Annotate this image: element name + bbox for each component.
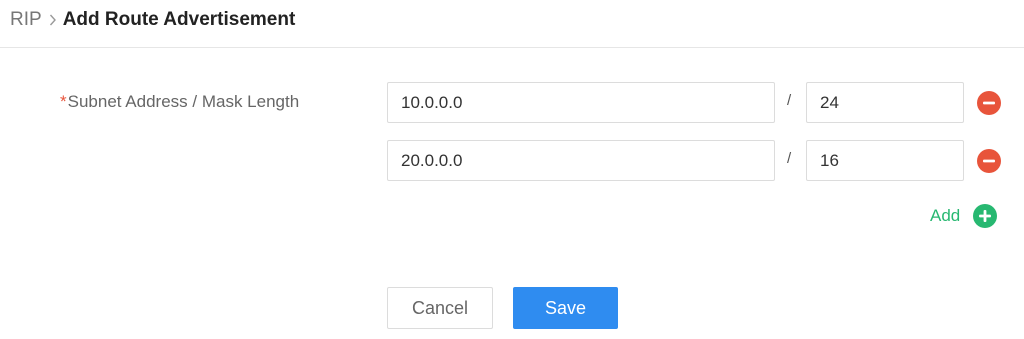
save-button[interactable]: Save xyxy=(513,287,618,329)
subnet-field-label: *Subnet Address / Mask Length xyxy=(60,92,299,112)
minus-circle-icon xyxy=(977,149,1001,173)
chevron-right-icon xyxy=(49,14,57,26)
breadcrumb: RIP Add Route Advertisement xyxy=(10,9,295,31)
page-title: Add Route Advertisement xyxy=(62,9,296,30)
required-marker: * xyxy=(60,92,67,111)
subnet-address-input-2[interactable] xyxy=(387,140,775,181)
subnet-address-input-1[interactable] xyxy=(387,82,775,123)
minus-circle-icon xyxy=(977,91,1001,115)
remove-row-button-2[interactable] xyxy=(977,149,1001,173)
plus-circle-icon xyxy=(973,204,998,228)
breadcrumb-root[interactable]: RIP xyxy=(10,9,42,31)
add-label: Add xyxy=(930,206,961,225)
subnet-label-text: Subnet Address / Mask Length xyxy=(67,92,300,111)
mask-separator: / xyxy=(787,92,792,109)
cancel-button[interactable]: Cancel xyxy=(387,287,493,329)
page-header: RIP Add Route Advertisement xyxy=(0,0,1024,48)
mask-length-input-2[interactable] xyxy=(806,140,964,181)
mask-length-input-1[interactable] xyxy=(806,82,964,123)
remove-row-button-1[interactable] xyxy=(977,91,1001,115)
mask-separator: / xyxy=(787,150,792,167)
add-row-button[interactable]: Add xyxy=(930,204,998,228)
